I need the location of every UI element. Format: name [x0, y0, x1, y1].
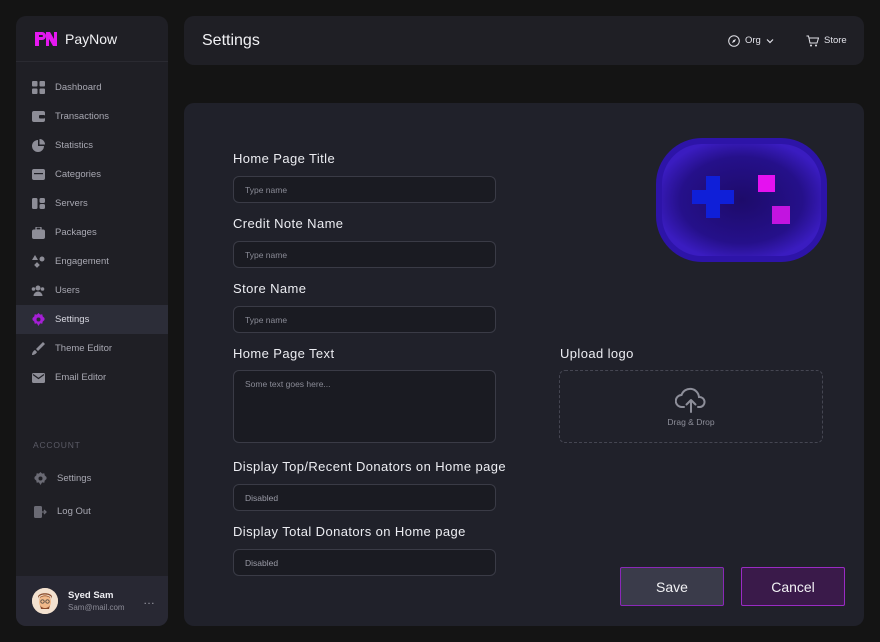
sidebar-item-label: Transactions	[55, 111, 110, 122]
briefcase-icon	[31, 226, 45, 240]
sidebar-item-statistics[interactable]: Statistics	[16, 131, 168, 160]
gear-icon	[31, 313, 45, 327]
store-name-input[interactable]	[233, 306, 496, 333]
sidebar-item-users[interactable]: Users	[16, 276, 168, 305]
brand[interactable]: PayNow	[16, 16, 168, 62]
more-options-icon[interactable]: …	[143, 593, 156, 607]
home-page-text-label: Home Page Text	[233, 346, 335, 361]
mail-icon	[31, 371, 45, 385]
cloud-upload-icon	[675, 387, 706, 413]
settings-panel: Home Page Title Credit Note Name Store N…	[184, 103, 864, 626]
avatar	[32, 588, 58, 614]
org-dropdown[interactable]: Org	[728, 34, 774, 47]
sidebar-item-label: Settings	[55, 314, 90, 325]
user-profile[interactable]: Syed Sam Sam@mail.com …	[16, 576, 168, 626]
sidebar-item-categories[interactable]: Categories	[16, 160, 168, 189]
shapes-icon	[31, 255, 45, 269]
paynow-logo-icon	[35, 31, 57, 46]
server-icon	[31, 197, 45, 211]
save-button[interactable]: Save	[620, 567, 724, 606]
account-item-logout[interactable]: Log Out	[16, 495, 168, 528]
sidebar-item-label: Theme Editor	[55, 343, 113, 354]
top-donators-value: Disabled	[245, 492, 279, 503]
cart-icon	[806, 35, 819, 46]
sidebar-item-servers[interactable]: Servers	[16, 189, 168, 218]
sidebar-item-label: Dashboard	[55, 82, 102, 93]
cancel-button[interactable]: Cancel	[741, 567, 845, 606]
profile-name: Syed Sam	[68, 590, 114, 601]
credit-note-name-input[interactable]	[233, 241, 496, 268]
sidebar-item-label: Engagement	[55, 256, 109, 267]
page-title: Settings	[202, 31, 260, 49]
store-label: Store	[824, 35, 847, 46]
gamepad-logo-icon	[656, 138, 827, 262]
account-item-label: Settings	[57, 473, 92, 484]
sidebar-item-settings[interactable]: Settings	[16, 305, 168, 334]
gear-icon	[33, 472, 47, 486]
credit-note-name-label: Credit Note Name	[233, 216, 344, 231]
sidebar-item-label: Servers	[55, 198, 88, 209]
drag-drop-hint: Drag & Drop	[667, 416, 715, 427]
upload-logo-label: Upload logo	[560, 346, 634, 361]
compass-icon	[728, 34, 740, 47]
pie-chart-icon	[31, 139, 45, 153]
top-header: Settings Org Store	[184, 16, 864, 65]
profile-email: Sam@mail.com	[68, 603, 125, 612]
total-donators-select[interactable]: Disabled	[233, 549, 496, 576]
sidebar-item-engagement[interactable]: Engagement	[16, 247, 168, 276]
chevron-down-icon	[766, 38, 774, 43]
sidebar-item-label: Packages	[55, 227, 97, 238]
wallet-icon	[31, 110, 45, 124]
top-donators-label: Display Top/Recent Donators on Home page	[233, 459, 507, 474]
store-name-label: Store Name	[233, 281, 307, 296]
account-item-label: Log Out	[57, 506, 91, 517]
users-icon	[31, 284, 45, 298]
sidebar-item-label: Users	[55, 285, 80, 296]
org-label: Org	[745, 35, 761, 46]
account-item-settings[interactable]: Settings	[16, 462, 168, 495]
total-donators-value: Disabled	[245, 557, 279, 568]
sidebar-item-dashboard[interactable]: Dashboard	[16, 73, 168, 102]
home-page-title-input[interactable]	[233, 176, 496, 203]
sidebar-item-label: Email Editor	[55, 372, 107, 383]
folder-icon	[31, 168, 45, 182]
sidebar-item-theme-editor[interactable]: Theme Editor	[16, 334, 168, 363]
grid-icon	[31, 81, 45, 95]
account-nav: Settings Log Out	[16, 462, 168, 528]
home-page-title-label: Home Page Title	[233, 151, 336, 166]
home-page-text-input[interactable]	[233, 370, 496, 443]
sidebar-item-label: Categories	[55, 169, 101, 180]
sidebar-nav: Dashboard Transactions Statistics Catego…	[16, 62, 168, 392]
sidebar: PayNow Dashboard Transactions Statistics…	[16, 16, 168, 626]
account-section-label: ACCOUNT	[33, 440, 81, 450]
store-link[interactable]: Store	[806, 35, 847, 47]
logout-icon	[33, 505, 47, 519]
logo-dropzone[interactable]: Drag & Drop	[559, 370, 823, 443]
brush-icon	[31, 342, 45, 356]
sidebar-item-email-editor[interactable]: Email Editor	[16, 363, 168, 392]
sidebar-item-packages[interactable]: Packages	[16, 218, 168, 247]
sidebar-item-transactions[interactable]: Transactions	[16, 102, 168, 131]
total-donators-label: Display Total Donators on Home page	[233, 524, 466, 539]
brand-name: PayNow	[65, 30, 118, 47]
top-donators-select[interactable]: Disabled	[233, 484, 496, 511]
sidebar-item-label: Statistics	[55, 140, 94, 151]
